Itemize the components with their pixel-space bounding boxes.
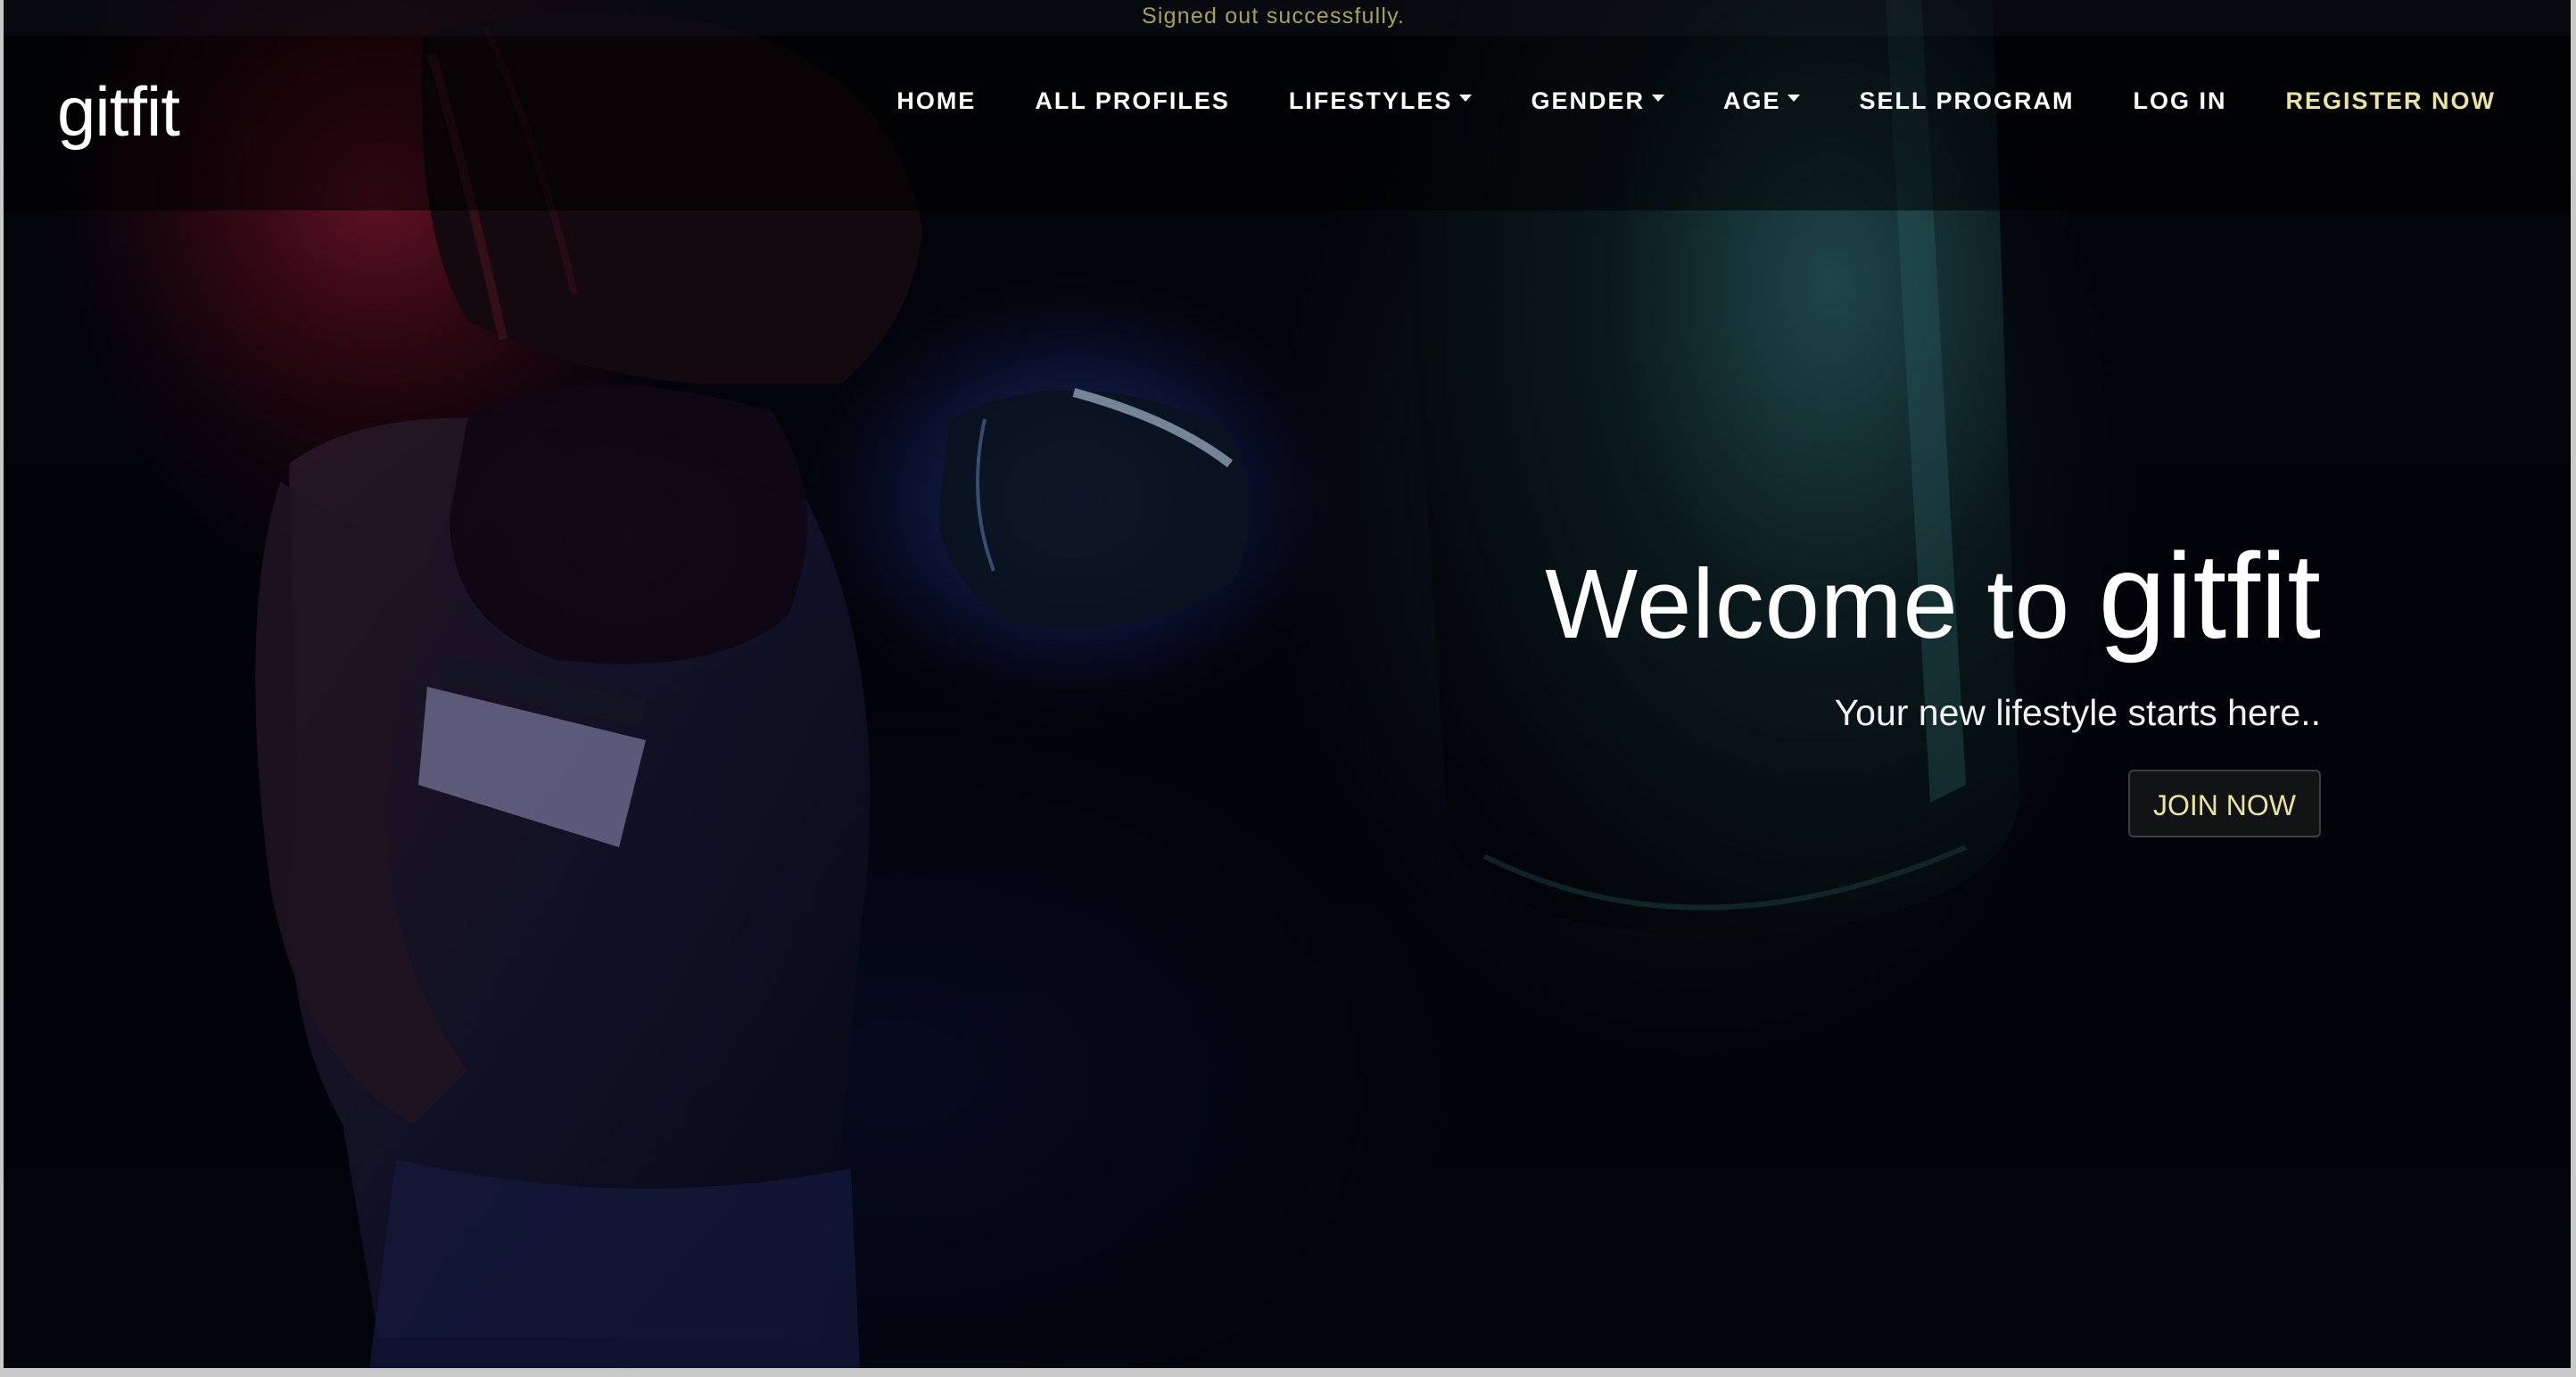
hero-subtitle: Your new lifestyle starts here..	[1834, 692, 2321, 733]
nav-item-label: REGISTER NOW	[2285, 87, 2496, 114]
nav-item-label: AGE	[1722, 87, 1781, 114]
nav-item-label: LOG IN	[2133, 87, 2227, 114]
nav-item-home[interactable]: HOME	[896, 87, 976, 115]
navbar: gitfit HOME ALL PROFILES LIFESTYLES GEND…	[4, 36, 2571, 210]
nav-item-label: LIFESTYLES	[1288, 87, 1453, 114]
nav-item-gender-dropdown[interactable]: GENDER	[1531, 87, 1664, 115]
caret-down-icon	[1788, 94, 1801, 102]
caret-down-icon	[1651, 94, 1664, 102]
nav-item-sell-program[interactable]: SELL PROGRAM	[1859, 87, 2074, 115]
nav-item-lifestyles-dropdown[interactable]: LIFESTYLES	[1289, 87, 1473, 115]
brand-logo[interactable]: gitfit	[57, 71, 180, 153]
nav-item-label: SELL PROGRAM	[1859, 87, 2075, 114]
browser-frame: Signed out successfully. gitfit HOME ALL…	[0, 0, 2576, 1377]
nav-item-age-dropdown[interactable]: AGE	[1723, 87, 1801, 115]
nav-item-log-in[interactable]: LOG IN	[2133, 87, 2226, 115]
caret-down-icon	[1459, 94, 1473, 102]
flash-message: Signed out successfully.	[1142, 4, 1406, 29]
join-now-button[interactable]: JOIN NOW	[2128, 770, 2321, 837]
landing-page: Signed out successfully. gitfit HOME ALL…	[4, 0, 2571, 1368]
hero-title-brand: gitfit	[2098, 528, 2321, 664]
nav-item-label: HOME	[896, 87, 977, 114]
nav-item-register-now[interactable]: REGISTER NOW	[2285, 87, 2496, 115]
nav-item-all-profiles[interactable]: ALL PROFILES	[1035, 87, 1230, 115]
hero-title: Welcome to gitfit	[1545, 535, 2321, 656]
nav-links: HOME ALL PROFILES LIFESTYLES GENDER AGE	[838, 87, 2496, 115]
hero-title-prefix: Welcome to	[1545, 549, 2071, 659]
nav-item-label: ALL PROFILES	[1035, 87, 1230, 114]
nav-item-label: GENDER	[1531, 87, 1645, 114]
hero-section: Welcome to gitfit Your new lifestyle sta…	[1545, 535, 2321, 837]
